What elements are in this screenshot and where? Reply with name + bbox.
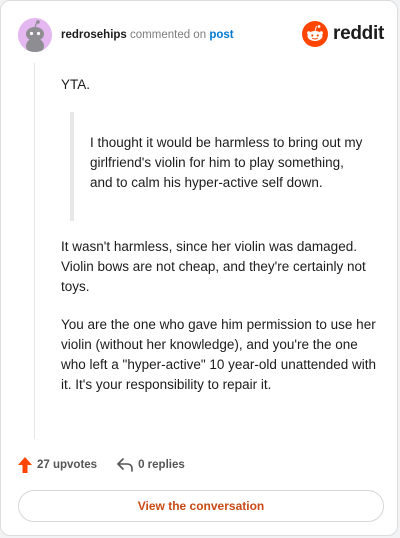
blockquote-bar <box>70 112 74 221</box>
snoo-avatar-icon[interactable] <box>18 18 52 52</box>
thread-line[interactable] <box>34 63 35 439</box>
reddit-snoo-icon <box>302 21 329 47</box>
reply-stat[interactable]: 0 replies <box>117 458 185 472</box>
post-link[interactable]: post <box>209 29 233 41</box>
reply-count: 0 replies <box>138 459 185 471</box>
comment-verdict: YTA. <box>61 77 91 92</box>
upvote-stat[interactable]: 27 upvotes <box>18 457 97 473</box>
reply-arrow-icon <box>117 458 133 472</box>
comment-header: redrosehips commented on post reddit <box>18 18 384 52</box>
author-line: redrosehips commented on post <box>61 27 234 43</box>
comment-paragraph: It wasn't harmless, since her violin was… <box>61 239 366 294</box>
comment-footer: 27 upvotes 0 replies <box>18 454 205 476</box>
comment-paragraph: You are the one who gave him permission … <box>61 317 377 392</box>
view-conversation-button[interactable]: View the conversation <box>18 490 384 522</box>
action-text: commented on <box>130 29 207 41</box>
upvote-arrow-icon <box>18 457 32 473</box>
comment-card: redrosehips commented on post reddit YTA… <box>0 0 398 536</box>
logo-wordmark: reddit <box>333 23 384 44</box>
upvote-count: 27 upvotes <box>37 459 98 471</box>
reddit-logo[interactable]: reddit <box>302 19 384 49</box>
blockquote-text: I thought it would be harmless to bring … <box>90 135 363 190</box>
username-link[interactable]: redrosehips <box>61 29 127 41</box>
